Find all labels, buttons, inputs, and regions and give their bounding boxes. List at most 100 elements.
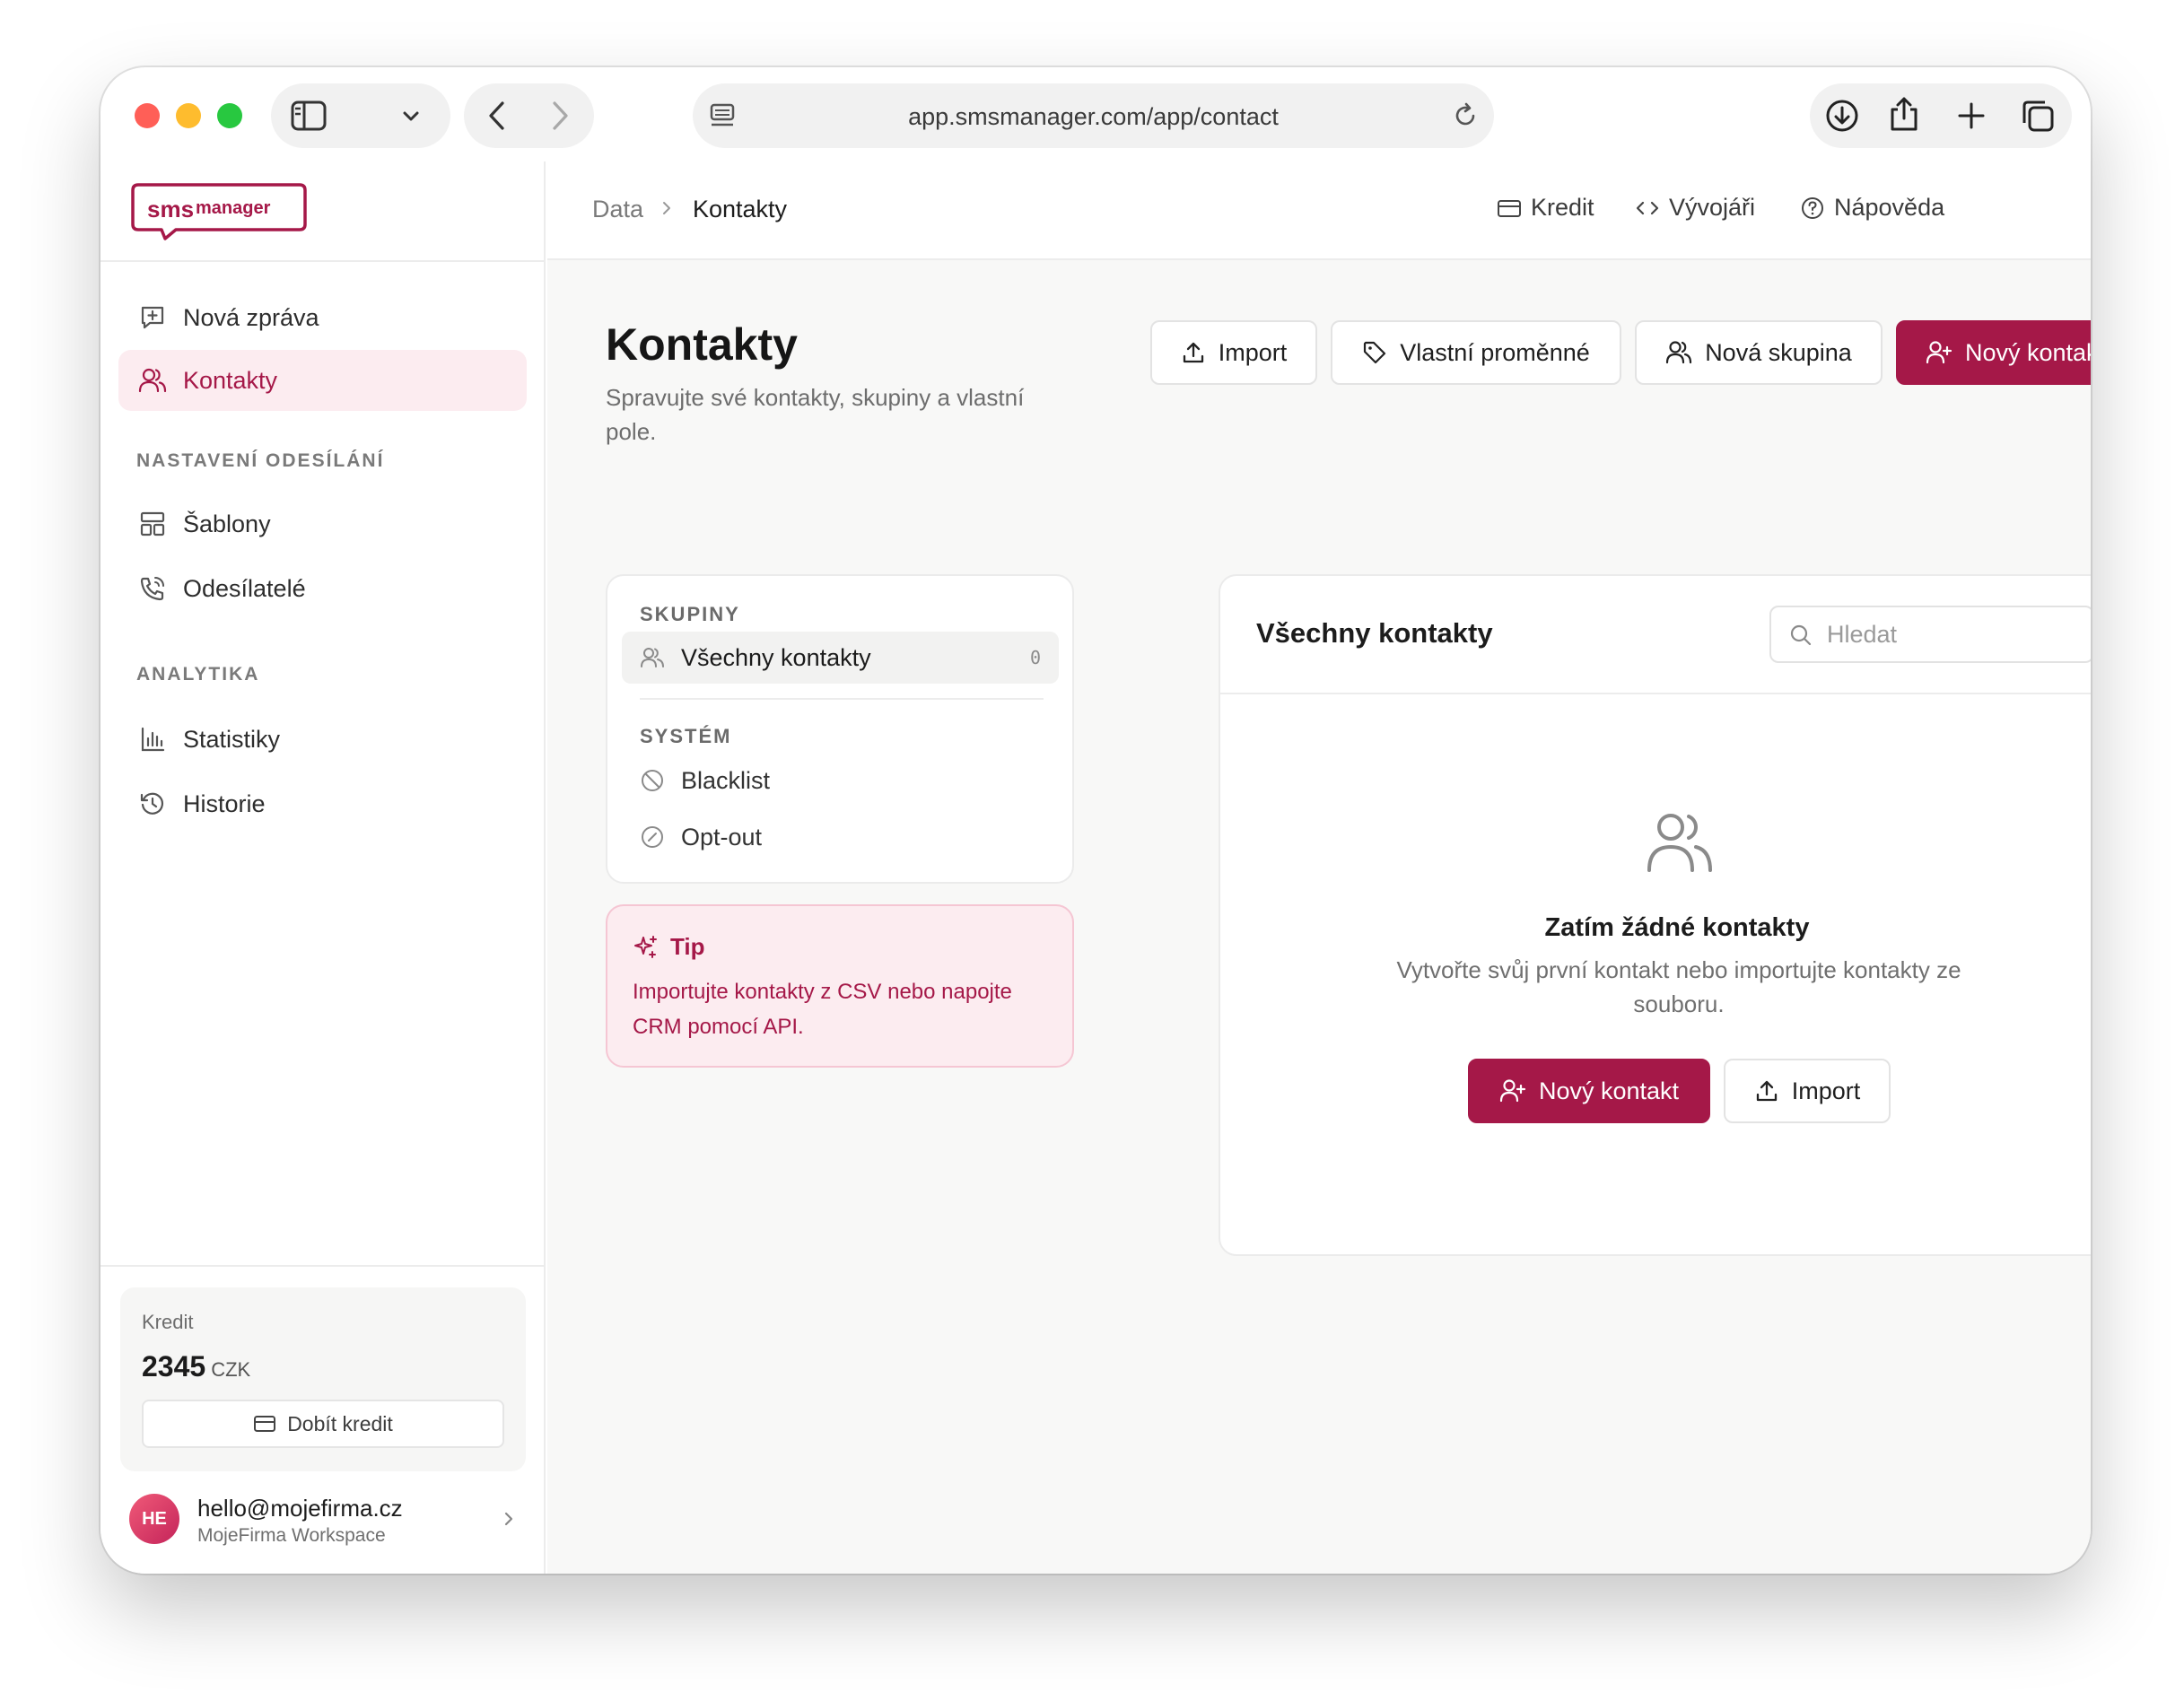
- empty-new-contact-label: Nový kontakt: [1538, 1077, 1680, 1104]
- logo-text: sms: [147, 196, 194, 222]
- maximize-window-button[interactable]: [217, 103, 242, 128]
- credit-card: Kredit 2345 CZK Dobít kredit: [120, 1287, 526, 1471]
- search-icon: [1790, 624, 1812, 646]
- sidebar-item-label: Historie: [183, 789, 266, 817]
- contacts-panel: Všechny kontakty Zatím žádné kontakty Vy…: [1219, 574, 2091, 1256]
- browser-actions-group: [1810, 83, 2072, 148]
- credit-link-label: Kredit: [1531, 194, 1594, 221]
- user-email: hello@mojefirma.cz: [197, 1495, 403, 1522]
- credit-value: 2345: [142, 1350, 206, 1383]
- tip-card: Tip Importujte kontakty z CSV nebo napoj…: [606, 904, 1074, 1068]
- section-heading-analytics: ANALYTIKA: [136, 664, 260, 685]
- search-input[interactable]: [1827, 616, 2078, 652]
- tip-title-text: Tip: [670, 933, 705, 960]
- user-plus-icon: [1926, 341, 1952, 364]
- bar-chart-icon: [136, 723, 169, 755]
- page-title: Kontakty: [606, 319, 798, 370]
- minimize-window-button[interactable]: [176, 103, 201, 128]
- address-bar[interactable]: app.smsmanager.com/app/contact: [693, 83, 1494, 148]
- top-bar: Data Kontakty Kredit Vývojáři Nápověda: [547, 161, 2091, 260]
- phone-call-icon: [136, 572, 169, 605]
- chevron-right-icon: [504, 1512, 513, 1526]
- sidebar-item-history[interactable]: Historie: [118, 773, 527, 834]
- share-icon[interactable]: [1889, 96, 1919, 132]
- import-button-label: Import: [1218, 338, 1288, 366]
- group-item-label: Opt-out: [681, 823, 763, 850]
- sidebar-item-senders[interactable]: Odesílatelé: [118, 558, 527, 619]
- credit-card-icon: [1498, 199, 1521, 217]
- page-subtitle: Spravujte své kontakty, skupiny a vlastn…: [606, 384, 1025, 445]
- upload-icon: [1183, 342, 1203, 363]
- top-up-credit-button[interactable]: Dobít kredit: [142, 1400, 504, 1448]
- slash-circle-icon: [642, 826, 663, 848]
- close-window-button[interactable]: [135, 103, 160, 128]
- empty-state-text: Vytvořte svůj první kontakt nebo importu…: [1396, 956, 1961, 1017]
- group-item-opt-out[interactable]: Opt-out: [622, 811, 1059, 863]
- reload-icon[interactable]: [1452, 102, 1479, 129]
- group-item-all-contacts[interactable]: Všechny kontakty 0: [622, 632, 1059, 684]
- new-tab-icon[interactable]: [1957, 101, 1986, 130]
- section-heading-groups: SKUPINY: [640, 603, 740, 625]
- tab-overview-icon[interactable]: [2021, 99, 2055, 133]
- chevron-down-icon[interactable]: [402, 110, 420, 123]
- sidebar-item-label: Nová zpráva: [183, 303, 319, 331]
- forward-icon[interactable]: [549, 100, 571, 131]
- group-item-blacklist[interactable]: Blacklist: [622, 755, 1059, 807]
- code-icon: [1636, 201, 1659, 214]
- chevron-right-icon: [663, 202, 670, 214]
- help-link[interactable]: Nápověda: [1800, 194, 1944, 222]
- empty-state-title: Zatím žádné kontakty: [1544, 913, 1810, 942]
- user-workspace: MojeFirma Workspace: [197, 1525, 386, 1546]
- import-button[interactable]: Import: [1150, 320, 1317, 385]
- sidebar: sms manager Nová zpráva Kontakty NASTAVE…: [100, 161, 546, 1574]
- ban-icon: [642, 770, 663, 791]
- sidebar-item-label: Šablony: [183, 510, 271, 537]
- sparkles-icon: [634, 935, 657, 958]
- users-icon: [641, 648, 664, 667]
- empty-import-button[interactable]: Import: [1724, 1059, 1891, 1123]
- search-field[interactable]: [1769, 606, 2091, 663]
- sidebar-item-templates[interactable]: Šablony: [118, 493, 527, 554]
- new-group-button[interactable]: Nová skupina: [1635, 320, 1883, 385]
- history-icon: [136, 788, 169, 820]
- breadcrumb-current: Kontakty: [693, 196, 788, 222]
- back-icon[interactable]: [486, 100, 508, 131]
- template-icon: [136, 508, 169, 540]
- groups-panel: SKUPINY Všechny kontakty 0 SYSTÉM Blackl…: [606, 574, 1074, 884]
- help-circle-icon: [1802, 196, 1823, 219]
- new-group-label: Nová skupina: [1705, 338, 1852, 366]
- tip-title: Tip: [633, 933, 705, 961]
- breadcrumb-data[interactable]: Data: [592, 196, 643, 223]
- section-heading-system: SYSTÉM: [640, 725, 732, 747]
- tip-text: Importujte kontakty z CSV nebo napojte C…: [633, 980, 1012, 1039]
- empty-import-label: Import: [1791, 1077, 1861, 1104]
- sidebar-item-new-message[interactable]: Nová zpráva: [118, 287, 527, 348]
- download-icon[interactable]: [1825, 99, 1859, 133]
- credit-currency: CZK: [211, 1358, 251, 1381]
- divider: [100, 260, 544, 262]
- tag-icon: [1364, 341, 1386, 364]
- sidebar-item-statistics[interactable]: Statistiky: [118, 709, 527, 770]
- new-contact-button[interactable]: Nový kontakt: [1896, 320, 2091, 385]
- sms-manager-logo[interactable]: sms manager: [129, 181, 309, 245]
- url-text: app.smsmanager.com/app/contact: [908, 103, 1279, 130]
- developers-link[interactable]: Vývojáři: [1635, 194, 1755, 222]
- user-plus-icon: [1499, 1079, 1526, 1103]
- custom-variables-button[interactable]: Vlastní proměnné: [1331, 320, 1621, 385]
- developers-link-label: Vývojáři: [1669, 194, 1756, 221]
- sidebar-item-contacts[interactable]: Kontakty: [118, 350, 527, 411]
- avatar: HE: [129, 1494, 179, 1544]
- credit-label: Kredit: [142, 1311, 194, 1333]
- section-heading-sending: NASTAVENÍ ODESÍLÁNÍ: [136, 450, 385, 471]
- divider: [100, 1265, 544, 1267]
- message-plus-icon: [136, 301, 169, 334]
- sidebar-toggle-icon[interactable]: [291, 100, 327, 131]
- user-menu[interactable]: HE hello@mojefirma.cz MojeFirma Workspac…: [129, 1489, 524, 1552]
- empty-new-contact-button[interactable]: Nový kontakt: [1468, 1059, 1710, 1123]
- sidebar-item-label: Odesílatelé: [183, 574, 306, 602]
- divider: [640, 698, 1044, 700]
- browser-window: app.smsmanager.com/app/contact sms manag…: [100, 67, 2091, 1574]
- sidebar-toggle-group: [271, 83, 450, 148]
- credit-link[interactable]: Kredit: [1497, 194, 1594, 222]
- help-link-label: Nápověda: [1834, 194, 1945, 221]
